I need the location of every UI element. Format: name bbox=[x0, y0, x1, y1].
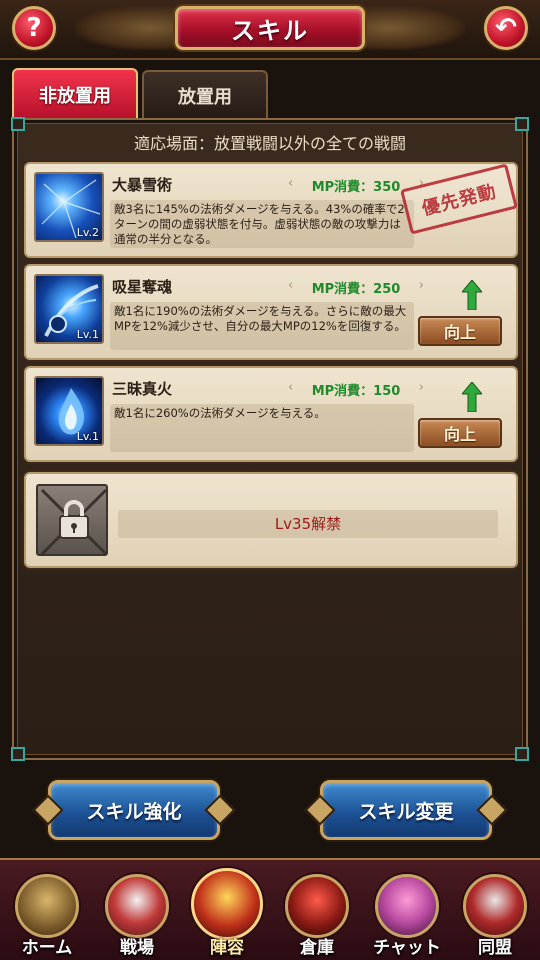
mp-cost-text: MP消費：350 bbox=[311, 180, 401, 195]
nav-battlefield-label: 戦場 bbox=[120, 938, 154, 958]
mp-cost-text: MP消費：150 bbox=[311, 384, 401, 399]
skill-description: 敵1名に260%の法術ダメージを与える。 bbox=[110, 404, 414, 452]
nav-chat-label: チャット bbox=[373, 938, 441, 958]
skill-description: 敵1名に190%の法術ダメージを与える。さらに敵の最大MPを12%減少させ、自分… bbox=[110, 302, 414, 350]
skill-card-1[interactable]: Lv.2 大暴雪術 ‹ MP消費：350 › 敵3名に145%の法術ダメージを与… bbox=[24, 162, 518, 258]
fan-chat-icon bbox=[375, 874, 439, 938]
blizzard-icon: Lv.2 bbox=[34, 172, 104, 242]
tab-idle[interactable]: 放置用 bbox=[142, 70, 268, 120]
chevron-left-icon: ‹ bbox=[288, 380, 294, 395]
upgrade-button[interactable]: 向上 bbox=[418, 418, 502, 448]
mp-cost: ‹ MP消費：150 › bbox=[288, 380, 424, 399]
skill-level: Lv.1 bbox=[76, 328, 99, 341]
button-ornament bbox=[476, 794, 508, 826]
button-ornament bbox=[304, 794, 336, 826]
button-ornament bbox=[32, 794, 64, 826]
samurai-helmet-icon bbox=[191, 868, 263, 940]
upgrade-button[interactable]: 向上 bbox=[418, 316, 502, 346]
upgrade-button-label: 向上 bbox=[443, 323, 476, 342]
soul-drain-icon: Lv.1 bbox=[34, 274, 104, 344]
tab-idle-label: 放置用 bbox=[178, 87, 232, 108]
blue-flame-icon: Lv.1 bbox=[34, 376, 104, 446]
chevron-left-icon: ‹ bbox=[288, 176, 294, 191]
button-ornament bbox=[204, 794, 236, 826]
nav-warehouse[interactable]: 倉庫 bbox=[274, 874, 360, 960]
nav-home-label: ホーム bbox=[21, 938, 73, 958]
tab-non-idle-label: 非放置用 bbox=[39, 86, 111, 107]
nav-alliance-label: 同盟 bbox=[478, 938, 512, 958]
nav-battlefield[interactable]: 戦場 bbox=[94, 874, 180, 960]
skill-enhance-label: スキル強化 bbox=[86, 800, 182, 823]
upgrade-button-label: 向上 bbox=[443, 425, 476, 444]
skill-level: Lv.2 bbox=[76, 226, 99, 239]
chained-lock-icon bbox=[36, 484, 108, 556]
scene-description: 適応場面：放置戦闘以外の全ての戦闘 bbox=[133, 134, 406, 153]
page-title-plate: スキル bbox=[175, 6, 365, 50]
unlock-requirement: Lv35解禁 bbox=[118, 510, 498, 538]
nav-formation[interactable]: 陣容 bbox=[184, 868, 270, 960]
nav-formation-label: 陣容 bbox=[210, 938, 244, 958]
nav-alliance[interactable]: 同盟 bbox=[452, 874, 538, 960]
bottom-nav: ホーム 戦場 陣容 倉庫 チャット 同盟 bbox=[0, 858, 540, 960]
corner-ornament bbox=[11, 747, 25, 761]
priority-stamp: 優先発動 bbox=[400, 163, 518, 235]
top-header: ? スキル ↶ bbox=[0, 0, 540, 60]
mp-cost: ‹ MP消費：250 › bbox=[288, 278, 424, 297]
locked-skill-card: Lv35解禁 bbox=[24, 472, 518, 568]
green-up-arrow-icon bbox=[462, 382, 482, 412]
chevron-left-icon: ‹ bbox=[288, 278, 294, 293]
chevron-right-icon: › bbox=[418, 380, 424, 395]
skill-enhance-button[interactable]: スキル強化 bbox=[32, 780, 236, 840]
skill-description: 敵3名に145%の法術ダメージを与える。43%の確率で2ターンの間の虚弱状態を付… bbox=[110, 200, 414, 248]
back-button[interactable]: ↶ bbox=[484, 6, 528, 50]
green-up-arrow-icon bbox=[462, 280, 482, 310]
corner-ornament bbox=[515, 117, 529, 131]
corner-ornament bbox=[515, 747, 529, 761]
priority-stamp-text: 優先発動 bbox=[419, 181, 499, 220]
skill-panel: 適応場面：放置戦闘以外の全ての戦闘 Lv.2 大暴雪術 ‹ MP消費：350 ›… bbox=[11, 117, 529, 761]
skill-name: 三昧真火 bbox=[112, 380, 173, 398]
help-icon: ? bbox=[26, 13, 42, 43]
nav-home[interactable]: ホーム bbox=[4, 874, 90, 960]
mp-cost-text: MP消費：250 bbox=[311, 282, 401, 297]
chevron-right-icon: › bbox=[418, 278, 424, 293]
skill-name: 大暴雪術 bbox=[112, 176, 173, 194]
warehouse-icon bbox=[285, 874, 349, 938]
skill-card-2[interactable]: Lv.1 吸星奪魂 ‹ MP消費：250 › 敵1名に190%の法術ダメージを与… bbox=[24, 264, 518, 360]
alliance-icon bbox=[463, 874, 527, 938]
tab-non-idle[interactable]: 非放置用 bbox=[12, 68, 138, 120]
help-button[interactable]: ? bbox=[12, 6, 56, 50]
page-title: スキル bbox=[231, 16, 309, 45]
nav-warehouse-label: 倉庫 bbox=[300, 938, 334, 958]
skill-name: 吸星奪魂 bbox=[112, 278, 173, 296]
home-castle-icon bbox=[15, 874, 79, 938]
battlefield-icon bbox=[105, 874, 169, 938]
skill-level: Lv.1 bbox=[76, 430, 99, 443]
skill-change-button[interactable]: スキル変更 bbox=[304, 780, 508, 840]
corner-ornament bbox=[11, 117, 25, 131]
skill-change-label: スキル変更 bbox=[358, 800, 454, 823]
nav-chat[interactable]: チャット bbox=[364, 874, 450, 960]
skill-card-3[interactable]: Lv.1 三昧真火 ‹ MP消費：150 › 敵1名に260%の法術ダメージを与… bbox=[24, 366, 518, 462]
back-icon: ↶ bbox=[495, 13, 517, 43]
